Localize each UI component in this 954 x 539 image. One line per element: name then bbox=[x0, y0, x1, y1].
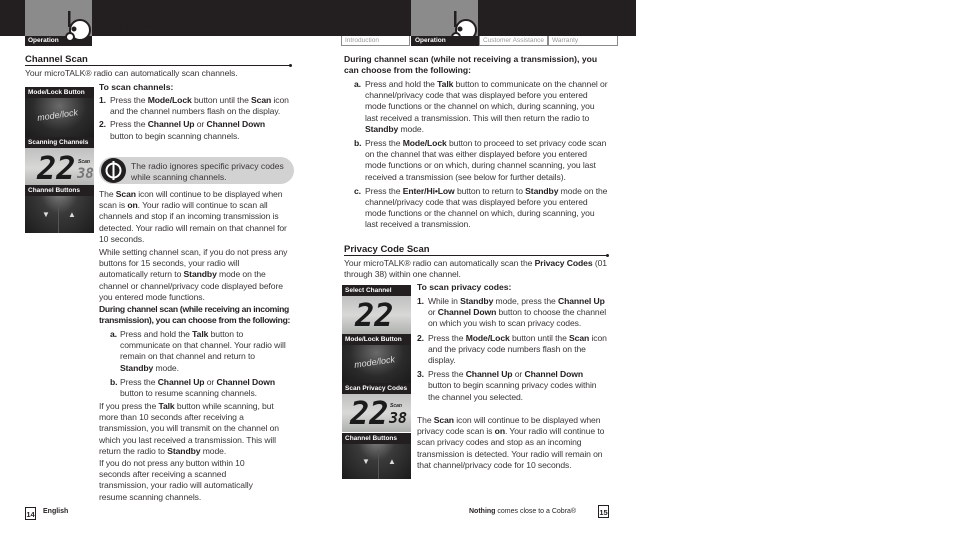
divider bbox=[378, 450, 379, 479]
channel-scan-steps: 1. Press the Mode/Lock button until the S… bbox=[99, 95, 289, 142]
receiving-options: a. Press and hold the Talk button to comm… bbox=[110, 329, 290, 399]
talk-while-scanning-paragraph: If you press the Talk button while scann… bbox=[99, 401, 279, 456]
page-number-15: 15 bbox=[598, 505, 609, 518]
channel-buttons-image: ▼ ▲ bbox=[342, 444, 411, 479]
step-item: 2. Press the Channel Up or Channel Down b… bbox=[99, 119, 265, 141]
not-receiving-options: a. Press and hold the Talk button to comm… bbox=[354, 79, 609, 231]
photo-channel-buttons: Channel Buttons ▼ ▲ bbox=[342, 433, 411, 479]
lcd-display-image: 22 bbox=[342, 296, 411, 334]
step-item: 1. While in Standby mode, press the Chann… bbox=[417, 296, 607, 329]
scan-indicator: Scan bbox=[78, 159, 90, 165]
photo-mode-lock-button: Mode/Lock Button mode/lock bbox=[25, 87, 94, 138]
not-receiving-heading: During channel scan (while not receiving… bbox=[344, 54, 598, 76]
footer-slogan: Nothing comes close to a Cobra® bbox=[469, 508, 577, 515]
photo-caption: Channel Buttons bbox=[345, 435, 397, 442]
nav-tab-introduction[interactable]: Introduction bbox=[341, 36, 410, 46]
option-item: c. Press the Enter/Hi•Low button to retur… bbox=[354, 185, 608, 230]
nav-tab-customer-assistance[interactable]: Customer Assistance bbox=[479, 36, 548, 46]
photo-channel-buttons: Channel Buttons ▼ ▲ bbox=[25, 185, 94, 233]
lcd-display-image: 22 Scan 38 bbox=[25, 148, 94, 188]
option-item: b. Press the Mode/Lock button to proceed … bbox=[354, 138, 607, 182]
mode-lock-dial-image: mode/lock bbox=[342, 345, 411, 383]
auto-resume-paragraph: If you do not press any button within 10… bbox=[99, 458, 253, 502]
lcd-code-number: 38 bbox=[389, 409, 408, 427]
lcd-channel-number: 22 bbox=[350, 394, 389, 432]
page-title: Mode Functions bbox=[97, 22, 215, 39]
photo-caption: Scanning Channels bbox=[28, 139, 89, 146]
channel-buttons-image: ▼ ▲ bbox=[25, 196, 94, 233]
talk-icon bbox=[65, 11, 91, 42]
rule-dot bbox=[606, 254, 609, 257]
lcd-channel-number: 22 bbox=[355, 296, 394, 334]
mode-lock-label: mode/lock bbox=[36, 107, 79, 123]
section-rule bbox=[344, 255, 607, 256]
footer-language: English bbox=[43, 508, 69, 515]
steps-heading: To scan channels: bbox=[99, 82, 174, 92]
option-item: b. Press the Channel Up or Channel Down b… bbox=[110, 376, 275, 399]
note-icon bbox=[101, 158, 126, 183]
section-rule bbox=[25, 65, 290, 66]
lcd-code-number: 38 bbox=[77, 166, 94, 182]
photo-caption: Select Channel bbox=[345, 287, 392, 294]
photo-caption: Channel Buttons bbox=[28, 187, 80, 194]
step-item: 2. Press the Mode/Lock button until the S… bbox=[417, 332, 607, 366]
option-item: a. Press and hold the Talk button to comm… bbox=[110, 329, 286, 373]
divider bbox=[58, 204, 59, 233]
page-number-14: 14 bbox=[25, 507, 36, 520]
channel-down-icon: ▼ bbox=[362, 457, 370, 466]
step-item: 3. Press the Channel Up or Channel Down b… bbox=[417, 369, 597, 402]
rule-dot bbox=[289, 64, 292, 67]
photo-caption: Mode/Lock Button bbox=[345, 336, 402, 343]
channel-up-icon: ▲ bbox=[388, 457, 396, 466]
section-title-privacy-code-scan: Privacy Code Scan bbox=[344, 244, 430, 255]
nav-tab-warranty[interactable]: Warranty bbox=[548, 36, 618, 46]
lcd-channel-number: 22 bbox=[37, 149, 76, 187]
option-item: a. Press and hold the Talk button to comm… bbox=[354, 79, 608, 134]
photo-scanning-channels: Scanning Channels 22 Scan 38 bbox=[25, 137, 94, 188]
lcd-display-image: 22 Scan 38 bbox=[342, 394, 411, 432]
privacy-scan-info-paragraph: The Scan icon will continue to be displa… bbox=[417, 415, 605, 470]
photo-mode-lock-button: Mode/Lock Button mode/lock bbox=[342, 334, 411, 383]
photo-caption: Mode/Lock Button bbox=[28, 89, 85, 96]
scan-info-paragraph: The Scan icon will continue to be displa… bbox=[99, 189, 287, 244]
photo-caption: Scan Privacy Codes bbox=[345, 385, 408, 392]
privacy-scan-intro: Your microTALK® radio can automatically … bbox=[344, 258, 607, 280]
section-title-channel-scan: Channel Scan bbox=[25, 54, 88, 65]
channel-up-icon: ▲ bbox=[68, 210, 76, 219]
channel-down-icon: ▼ bbox=[42, 210, 50, 219]
channel-scan-intro: Your microTALK® radio can automatically … bbox=[25, 68, 238, 78]
step-item: 1. Press the Mode/Lock button until the S… bbox=[99, 95, 289, 117]
mode-lock-label: mode/lock bbox=[353, 354, 396, 370]
photo-select-channel: Select Channel 22 bbox=[342, 285, 411, 334]
standby-timeout-paragraph: While setting channel scan, if you do no… bbox=[99, 247, 288, 302]
nav-tab-operation[interactable]: Operation bbox=[411, 36, 479, 46]
receiving-heading: During channel scan (while receiving an … bbox=[99, 304, 291, 326]
mode-lock-dial-image: mode/lock bbox=[25, 98, 94, 138]
privacy-scan-steps: 1. While in Standby mode, press the Chann… bbox=[417, 296, 607, 403]
note-text: The radio ignores specific privacy codes… bbox=[131, 161, 284, 182]
header-bar bbox=[0, 0, 636, 36]
steps-heading: To scan privacy codes: bbox=[417, 282, 512, 292]
photo-scan-privacy-codes: Scan Privacy Codes 22 Scan 38 bbox=[342, 383, 411, 432]
